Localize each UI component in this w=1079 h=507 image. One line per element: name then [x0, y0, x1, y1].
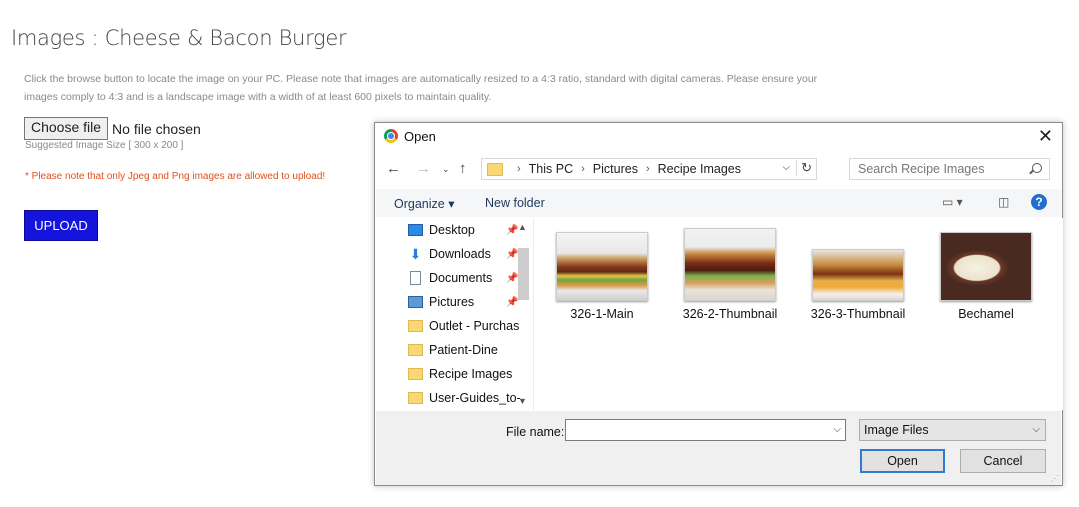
change-view-icon[interactable]: ▭ ▾	[942, 195, 963, 209]
search-placeholder: Search Recipe Images	[858, 162, 985, 176]
dialog-titlebar: Open ✕	[375, 123, 1062, 151]
upload-instructions: Click the browse button to locate the im…	[24, 73, 818, 103]
folder-icon	[408, 392, 423, 404]
file-input-row: Choose file No file chosen	[24, 117, 201, 140]
tree-item-downloads[interactable]: ⬇ Downloads	[408, 243, 491, 265]
tree-item-patient-dine[interactable]: Patient-Dine	[408, 339, 498, 361]
file-name: 326-3-Thumbnail	[810, 307, 906, 321]
navigation-scrollbar[interactable]	[516, 218, 531, 410]
forward-arrow-icon[interactable]: →	[416, 160, 431, 177]
scroll-down-icon[interactable]: ▼	[518, 396, 527, 406]
file-tile[interactable]: 326-2-Thumbnail	[675, 228, 785, 321]
burger-photo-thumbnail	[684, 228, 776, 301]
folder-icon	[408, 368, 423, 380]
tree-item-label: Outlet - Purchas	[429, 319, 520, 333]
preview-pane-icon[interactable]: ◫	[998, 195, 1009, 209]
no-file-text: No file chosen	[112, 120, 201, 137]
choose-file-button[interactable]: Choose file	[24, 117, 109, 140]
resize-grip-icon[interactable]: ⋰	[1051, 474, 1059, 483]
chevron-down-icon[interactable]: ⌵	[782, 162, 790, 173]
organize-menu[interactable]: Organize ▾	[394, 196, 454, 211]
tree-item-label: Downloads	[429, 247, 491, 261]
file-type-value: Image Files	[864, 423, 929, 437]
chevron-down-icon: ⌵	[1032, 424, 1040, 435]
navigation-pane: Desktop 📌 ⬇ Downloads 📌 Documents 📌 Pict…	[376, 218, 533, 410]
scrollbar-thumb[interactable]	[518, 248, 529, 300]
breadcrumb-this-pc[interactable]: This PC	[529, 162, 573, 176]
upload-button[interactable]: UPLOAD	[24, 210, 98, 241]
tree-item-documents[interactable]: Documents	[408, 267, 492, 289]
documents-icon	[410, 271, 421, 285]
tree-item-label: User-Guides_to-	[429, 391, 521, 405]
close-icon[interactable]: ✕	[1038, 126, 1053, 146]
breadcrumb-recipe-images[interactable]: Recipe Images	[658, 162, 741, 176]
tree-item-user-guides[interactable]: User-Guides_to-	[408, 387, 521, 409]
tree-item-desktop[interactable]: Desktop	[408, 219, 475, 241]
dialog-title: Open	[404, 129, 436, 144]
file-name: 326-2-Thumbnail	[682, 307, 778, 321]
breadcrumb-chevron-icon: ›	[581, 163, 585, 175]
tree-item-label: Recipe Images	[429, 367, 513, 381]
tree-item-outlet[interactable]: Outlet - Purchas	[408, 315, 519, 337]
folder-icon	[487, 162, 503, 176]
cancel-button[interactable]: Cancel	[960, 449, 1046, 473]
file-type-select[interactable]: Image Files ⌵	[859, 419, 1046, 441]
scroll-up-icon[interactable]: ▲	[518, 222, 527, 232]
new-folder-button[interactable]: New folder	[485, 196, 545, 210]
dialog-toolbar: Organize ▾ New folder ▭ ▾ ◫ ?	[376, 189, 1061, 217]
format-note: * Please note that only Jpeg and Png ima…	[25, 171, 326, 182]
burger-photo-thumbnail	[556, 232, 648, 301]
open-file-dialog: Open ✕ ← → ⌄ ↑ › This PC › Pictures › Re…	[374, 122, 1063, 486]
address-bar[interactable]: › This PC › Pictures › Recipe Images ⌵ ↻	[481, 158, 817, 180]
breadcrumb-pictures[interactable]: Pictures	[593, 162, 638, 176]
back-arrow-icon[interactable]: ←	[386, 160, 401, 177]
chevron-down-icon[interactable]: ⌵	[833, 424, 841, 435]
search-icon	[1032, 163, 1042, 173]
desktop-icon	[408, 224, 423, 236]
burger-and-fries-thumbnail	[812, 249, 904, 301]
up-arrow-icon[interactable]: ↑	[459, 160, 467, 177]
tree-item-label: Pictures	[429, 295, 475, 309]
file-name: Bechamel	[958, 307, 1014, 321]
file-name-input[interactable]: ⌵	[565, 419, 846, 441]
pictures-icon	[408, 296, 423, 308]
downloads-icon: ⬇	[409, 246, 422, 262]
tree-item-label: Documents	[429, 271, 493, 285]
file-tile[interactable]: 326-3-Thumbnail	[803, 232, 913, 321]
tree-item-label: Desktop	[429, 223, 475, 237]
open-button[interactable]: Open	[860, 449, 945, 473]
refresh-icon[interactable]: ↻	[796, 160, 812, 176]
folder-icon	[408, 320, 423, 332]
bechamel-sauce-thumbnail	[940, 232, 1032, 301]
recent-locations-chevron-icon[interactable]: ⌄	[442, 164, 450, 175]
file-name-label: File name:	[506, 425, 565, 439]
suggested-size-text: Suggested Image Size [ 300 x 200 ]	[25, 140, 184, 151]
search-input[interactable]: Search Recipe Images	[849, 158, 1050, 180]
page-title: Images : Cheese & Bacon Burger	[11, 26, 347, 50]
breadcrumb-chevron-icon: ›	[517, 163, 521, 175]
file-list-pane: 326-1-Main 326-2-Thumbnail 326-3-Thumbna…	[533, 218, 1063, 410]
folder-icon	[408, 344, 423, 356]
tree-item-label: Patient-Dine	[429, 343, 498, 357]
tree-item-pictures[interactable]: Pictures	[408, 291, 474, 313]
file-tile[interactable]: 326-1-Main	[547, 232, 657, 321]
file-name: 326-1-Main	[570, 307, 634, 321]
breadcrumb-chevron-icon: ›	[645, 163, 650, 175]
navigation-bar: ← → ⌄ ↑ › This PC › Pictures › Recipe Im…	[375, 156, 1062, 184]
tree-item-recipe-images[interactable]: Recipe Images	[408, 363, 512, 385]
dialog-footer: File name: ⌵ Image Files ⌵ Open Cancel ⋰	[376, 411, 1061, 485]
file-tile[interactable]: Bechamel	[931, 232, 1041, 321]
chrome-icon	[384, 129, 398, 143]
help-icon[interactable]: ?	[1031, 194, 1047, 210]
